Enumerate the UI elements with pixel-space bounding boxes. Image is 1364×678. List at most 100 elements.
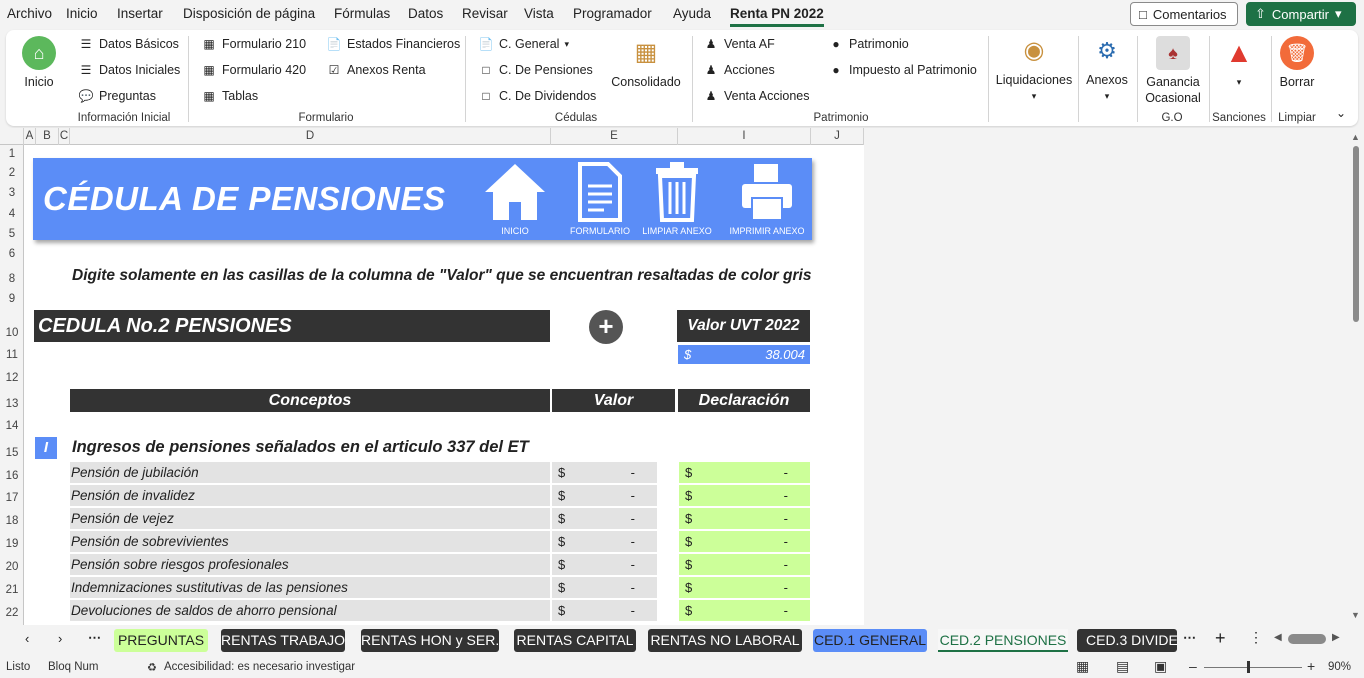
- tab-rentas-trabajo[interactable]: RENTAS TRABAJO: [221, 629, 345, 652]
- value-input[interactable]: $ -: [552, 462, 657, 483]
- preguntas-button[interactable]: 💬 Preguntas: [78, 88, 156, 104]
- hscroll-left-icon[interactable]: ◀: [1274, 632, 1282, 643]
- anexos-renta-button[interactable]: ☑ Anexos Renta: [326, 62, 426, 78]
- row-header[interactable]: 10: [0, 327, 24, 339]
- zoom-slider[interactable]: [1204, 667, 1302, 668]
- tab-ced2-pensiones[interactable]: CED.2 PENSIONES: [938, 629, 1068, 652]
- zoom-slider-handle[interactable]: [1247, 661, 1250, 673]
- column-header[interactable]: E: [551, 128, 678, 145]
- scroll-thumb[interactable]: [1353, 146, 1359, 322]
- ribbon-collapse-icon[interactable]: ⌄: [1336, 106, 1346, 120]
- row-header[interactable]: 1: [0, 148, 24, 160]
- anexos-button[interactable]: ⚙ Anexos ▾: [1082, 34, 1132, 104]
- c-dividendos-button[interactable]: □ C. De Dividendos: [478, 88, 596, 104]
- impuesto-patrimonio-button[interactable]: ● Impuesto al Patrimonio: [828, 62, 976, 78]
- c-pensiones-button[interactable]: □ C. De Pensiones: [478, 62, 592, 78]
- tablas-button[interactable]: ▦ Tablas: [201, 88, 258, 104]
- accessibility-icon[interactable]: ♻: [147, 661, 157, 674]
- c-general-button[interactable]: 📄 C. General ▾: [478, 36, 569, 52]
- value-input[interactable]: $ -: [552, 485, 657, 506]
- row-header[interactable]: 2: [0, 167, 24, 179]
- scroll-down-icon[interactable]: ▼: [1351, 610, 1360, 620]
- value-input[interactable]: $ -: [552, 554, 657, 575]
- menu-renta-pn[interactable]: Renta PN 2022: [730, 6, 824, 27]
- column-header[interactable]: A: [24, 128, 36, 145]
- row-header[interactable]: 3: [0, 187, 24, 199]
- row-header[interactable]: 11: [0, 349, 24, 361]
- menu-inicio[interactable]: Inicio: [66, 6, 98, 21]
- banner-form-button[interactable]: FORMULARIO: [560, 162, 640, 236]
- value-input[interactable]: $ -: [552, 508, 657, 529]
- more-tabs-icon[interactable]: ⋯: [1183, 630, 1196, 646]
- datos-iniciales-button[interactable]: ☰ Datos Iniciales: [78, 62, 181, 78]
- hscroll-thumb[interactable]: [1288, 634, 1326, 644]
- uvt-value-cell[interactable]: $ 38.004: [678, 345, 810, 364]
- row-header[interactable]: 4: [0, 208, 24, 220]
- column-header[interactable]: B: [36, 128, 59, 145]
- row-header[interactable]: 12: [0, 372, 24, 384]
- tab-next-icon[interactable]: ›: [58, 631, 62, 646]
- banner-clear-button[interactable]: LIMPIAR ANEXO: [637, 162, 717, 236]
- tab-prev-icon[interactable]: ‹: [25, 631, 29, 646]
- tab-preguntas[interactable]: PREGUNTAS: [114, 629, 208, 652]
- row-header[interactable]: 8: [0, 273, 24, 285]
- value-input[interactable]: $ -: [552, 531, 657, 552]
- plus-icon[interactable]: +: [589, 310, 623, 344]
- normal-view-icon[interactable]: ▦: [1076, 658, 1089, 675]
- liquidaciones-button[interactable]: ◉ Liquidaciones ▾: [994, 34, 1074, 104]
- options-icon[interactable]: ⋮: [1249, 629, 1263, 646]
- row-header[interactable]: 15: [0, 447, 24, 459]
- banner-print-button[interactable]: IMPRIMIR ANEXO: [727, 162, 807, 236]
- ganancia-ocasional-button[interactable]: ♠ Ganancia Ocasional: [1142, 36, 1204, 106]
- column-header[interactable]: D: [70, 128, 551, 145]
- menu-datos[interactable]: Datos: [408, 6, 443, 21]
- venta-acciones-button[interactable]: ♟ Venta Acciones: [703, 88, 810, 104]
- row-header[interactable]: 20: [0, 561, 24, 573]
- menu-disposicion[interactable]: Disposición de página: [183, 6, 315, 21]
- value-input[interactable]: $ -: [552, 577, 657, 598]
- row-header[interactable]: 14: [0, 420, 24, 432]
- inicio-ribbon-button[interactable]: ⌂ Inicio: [18, 36, 60, 90]
- menu-vista[interactable]: Vista: [524, 6, 554, 21]
- tab-ced1-general[interactable]: CED.1 GENERAL: [813, 629, 927, 652]
- menu-archivo[interactable]: Archivo: [7, 6, 52, 21]
- row-header[interactable]: 5: [0, 228, 24, 240]
- column-header[interactable]: I: [678, 128, 811, 145]
- column-header[interactable]: C: [59, 128, 70, 145]
- menu-insertar[interactable]: Insertar: [117, 6, 163, 21]
- row-header[interactable]: 18: [0, 515, 24, 527]
- more-tabs-icon[interactable]: ⋯: [88, 630, 101, 646]
- comments-button[interactable]: □ Comentarios: [1130, 2, 1238, 26]
- estados-financieros-button[interactable]: 📄 Estados Financieros: [326, 36, 461, 52]
- consolidado-button[interactable]: ▦ Consolidado: [606, 36, 686, 90]
- page-layout-icon[interactable]: ▤: [1116, 658, 1129, 675]
- menu-revisar[interactable]: Revisar: [462, 6, 508, 21]
- row-header[interactable]: 22: [0, 607, 24, 619]
- status-accessibility[interactable]: Accesibilidad: es necesario investigar: [164, 661, 355, 673]
- add-sheet-icon[interactable]: +: [1215, 628, 1226, 649]
- venta-af-button[interactable]: ♟ Venta AF: [703, 36, 775, 52]
- row-header[interactable]: 16: [0, 470, 24, 482]
- banner-home-button[interactable]: INICIO: [475, 162, 555, 236]
- patrimonio-button[interactable]: ● Patrimonio: [828, 36, 908, 52]
- select-all-corner[interactable]: [0, 128, 24, 145]
- datos-basicos-button[interactable]: ☰ Datos Básicos: [78, 36, 179, 52]
- zoom-level[interactable]: 90%: [1328, 661, 1351, 673]
- column-header[interactable]: J: [811, 128, 864, 145]
- row-header[interactable]: 6: [0, 248, 24, 260]
- zoom-in-icon[interactable]: +: [1307, 658, 1315, 674]
- tab-rentas-no-laboral[interactable]: RENTAS NO LABORAL: [648, 629, 802, 652]
- sanciones-button[interactable]: ▲ ▾: [1214, 36, 1264, 90]
- borrar-button[interactable]: 🗑 Borrar: [1274, 36, 1320, 90]
- row-header[interactable]: 9: [0, 293, 24, 305]
- hscroll-right-icon[interactable]: ▶: [1332, 632, 1340, 643]
- tab-ced3-dividendos[interactable]: CED.3 DIVIDEN: [1077, 629, 1177, 652]
- vertical-scrollbar[interactable]: ▲ ▼: [1348, 128, 1364, 625]
- value-input[interactable]: $ -: [552, 600, 657, 621]
- zoom-out-icon[interactable]: –: [1189, 658, 1197, 674]
- scroll-up-icon[interactable]: ▲: [1351, 132, 1360, 142]
- share-button[interactable]: ⇧ Compartir ▾: [1246, 2, 1356, 26]
- tab-rentas-hon[interactable]: RENTAS HON y SER.: [361, 629, 499, 652]
- acciones-button[interactable]: ♟ Acciones: [703, 62, 775, 78]
- menu-programador[interactable]: Programador: [573, 6, 652, 21]
